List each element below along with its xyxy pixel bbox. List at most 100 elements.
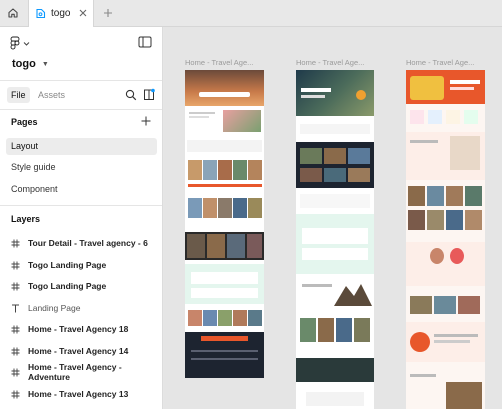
layer-item[interactable]: Home - Travel Agency - Adventure <box>11 362 162 382</box>
text-line <box>434 334 478 337</box>
card-image <box>218 310 232 326</box>
map-image <box>450 136 480 170</box>
tab-file[interactable]: File <box>7 87 30 103</box>
layer-name: Togo Landing Page <box>28 281 107 291</box>
card-image <box>427 186 444 206</box>
search-bar-shape <box>199 92 250 97</box>
frame-thumbnail[interactable] <box>296 70 374 409</box>
sun-shape <box>356 90 366 100</box>
avatar-shape <box>410 332 430 352</box>
card-image <box>188 160 202 180</box>
hero-subtitle <box>301 95 325 98</box>
library-icon[interactable] <box>143 88 155 101</box>
card-image <box>233 198 247 218</box>
hero-headline <box>301 88 331 92</box>
card-image <box>203 310 217 326</box>
frame-icon <box>11 368 20 377</box>
layer-item[interactable]: Togo Landing Page <box>11 279 106 293</box>
page-item-layout[interactable]: Layout <box>6 138 157 155</box>
card-image <box>233 160 247 180</box>
layer-name: Landing Page <box>28 303 81 313</box>
card-image <box>324 168 346 182</box>
card-image <box>233 310 247 326</box>
card-image <box>203 198 217 218</box>
card-image <box>458 296 480 314</box>
text-line <box>410 140 438 143</box>
left-sidebar: togo ▼ File Assets Pages Layout Style gu… <box>0 27 163 409</box>
card-image <box>465 186 482 206</box>
card-image <box>465 210 482 230</box>
avatar-shape <box>450 248 464 264</box>
layer-item[interactable]: Tour Detail - Travel agency - 6 <box>11 236 148 250</box>
card-image <box>207 234 225 258</box>
close-icon <box>79 9 87 17</box>
tab-bar: togo <box>0 0 502 27</box>
layer-item[interactable]: Home - Travel Agency 14 <box>11 344 128 358</box>
stats-row <box>191 288 258 298</box>
home-icon <box>8 8 18 18</box>
layer-item[interactable]: Landing Page <box>11 301 80 315</box>
card-image <box>324 148 346 164</box>
page-item-style-guide[interactable]: Style guide <box>6 159 157 176</box>
stats-row <box>302 248 368 260</box>
form-section <box>306 392 364 406</box>
frame-thumbnail[interactable] <box>185 70 264 378</box>
layer-item[interactable]: Home - Travel Agency 13 <box>11 387 128 401</box>
feature-image <box>223 110 261 132</box>
new-tab-button[interactable] <box>100 5 116 21</box>
layer-item[interactable]: Togo Landing Page <box>11 258 106 272</box>
footer-line <box>191 358 258 360</box>
features-row <box>300 124 370 134</box>
card-image <box>248 160 262 180</box>
card-image <box>446 210 463 230</box>
tab-togo[interactable]: togo <box>28 0 94 27</box>
main-menu-button[interactable] <box>10 35 30 51</box>
card-image <box>434 296 456 314</box>
card-image <box>336 318 352 342</box>
layer-item[interactable]: Home - Travel Agency 18 <box>11 322 128 336</box>
frame-icon <box>11 282 20 291</box>
tab-assets[interactable]: Assets <box>38 87 65 103</box>
home-button[interactable] <box>2 2 24 24</box>
frame-thumbnail[interactable] <box>406 70 485 409</box>
design-canvas[interactable]: Home - Travel Age... Home - Travel Age..… <box>164 27 502 409</box>
plus-icon <box>104 9 112 17</box>
card-image <box>248 198 262 218</box>
frame-icon <box>11 325 20 334</box>
card-image <box>188 310 202 326</box>
layers-section-title: Layers <box>11 214 41 224</box>
feature-tile <box>428 110 442 124</box>
close-tab-button[interactable] <box>77 7 89 19</box>
frame-label[interactable]: Home - Travel Age... <box>406 58 474 67</box>
frame-label[interactable]: Home - Travel Age... <box>185 58 253 67</box>
layer-name: Home - Travel Agency 13 <box>28 389 129 399</box>
figma-logo-icon <box>10 36 20 50</box>
card-image <box>427 210 444 230</box>
card-image <box>248 310 262 326</box>
hero-subtitle <box>450 87 474 90</box>
card-image <box>318 318 334 342</box>
frame-icon <box>11 239 20 248</box>
card-image <box>187 234 205 258</box>
feature-image <box>446 382 482 409</box>
accent-bar <box>188 184 262 187</box>
bus-illustration <box>410 76 444 100</box>
chevron-down-icon: ▼ <box>41 60 49 68</box>
divider <box>0 80 162 81</box>
card-image <box>218 160 232 180</box>
stats-row <box>302 228 368 244</box>
sidebar-toggle-icon[interactable] <box>138 36 152 48</box>
card-image <box>203 160 217 180</box>
search-icon[interactable] <box>125 89 137 101</box>
mountain-illustration <box>334 284 372 306</box>
peach-section <box>406 242 485 286</box>
page-item-component[interactable]: Component <box>6 181 157 198</box>
layer-name: Home - Travel Agency 14 <box>28 346 129 356</box>
add-page-icon[interactable] <box>141 116 151 126</box>
frame-icon <box>11 347 20 356</box>
card-image <box>300 148 322 164</box>
project-name[interactable]: togo ▼ <box>12 58 49 70</box>
layer-name: Tour Detail - Travel agency - 6 <box>28 238 148 248</box>
frame-label[interactable]: Home - Travel Age... <box>296 58 364 67</box>
card-image <box>408 210 425 230</box>
